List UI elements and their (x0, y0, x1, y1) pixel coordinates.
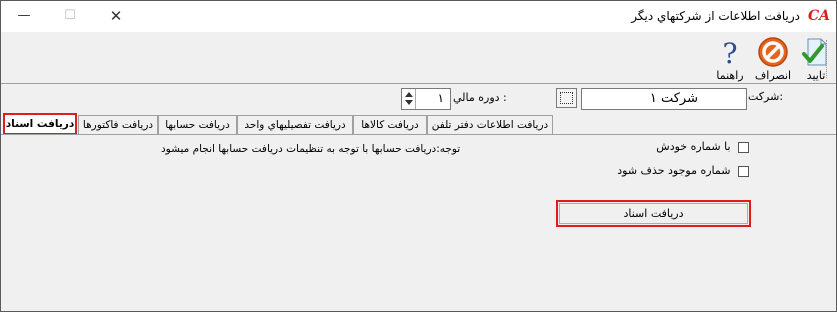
lookup-icon (560, 92, 573, 104)
app-logo-icon: CA (808, 8, 831, 24)
delete-existing-label: شماره موجود حذف شود (617, 164, 731, 177)
period-spinner[interactable]: ۱ (401, 88, 451, 110)
ok-label: تاييد (806, 69, 826, 82)
delete-existing-checkbox[interactable] (738, 165, 749, 177)
no-entry-icon (757, 36, 789, 68)
close-button[interactable]: ✕ (93, 1, 139, 32)
own-number-option[interactable]: با شماره خودش (656, 140, 749, 153)
spin-up-icon[interactable] (405, 92, 413, 97)
dialog-window: — ☐ ✕ دريافت اطلاعات از شرکتهاي ديگر CA … (0, 0, 837, 312)
help-label: راهنما (716, 69, 744, 82)
note-text: توجه:دريافت حسابها با توجه به تنظيمات در… (161, 143, 461, 155)
help-button[interactable]: ? راهنما (711, 36, 749, 82)
receive-documents-button[interactable]: دريافت اسناد (556, 200, 751, 227)
spinner-arrows[interactable] (402, 89, 416, 109)
tab-receive-phonebook[interactable]: دريافت اطلاعات دفتر تلفن (427, 115, 553, 135)
svg-text:?: ? (722, 37, 737, 68)
own-number-label: با شماره خودش (656, 140, 731, 153)
toolbar: ? راهنما انصراف تاييد (1, 32, 836, 84)
company-lookup-button[interactable] (556, 88, 577, 108)
question-mark-icon: ? (714, 36, 746, 70)
window-title: دريافت اطلاعات از شرکتهاي ديگر (631, 9, 800, 23)
title-bar: — ☐ ✕ دريافت اطلاعات از شرکتهاي ديگر CA (1, 1, 836, 32)
maximize-button[interactable]: ☐ (47, 1, 93, 32)
tab-receive-invoices[interactable]: دريافت فاکتورها (78, 115, 158, 135)
ok-button[interactable]: تاييد (797, 36, 835, 82)
period-label: دوره مالي : (453, 91, 507, 104)
minimize-button[interactable]: — (1, 1, 47, 32)
company-label: شرکت: (748, 90, 784, 103)
tab-receive-goods[interactable]: دريافت کالاها (353, 115, 427, 135)
receive-documents-label: دريافت اسناد (623, 207, 684, 220)
tab-strip: دريافت اسناد دريافت فاکتورها دريافت حساب… (1, 113, 836, 135)
own-number-checkbox[interactable] (738, 141, 749, 153)
parameters-row: شرکت: شرکت ۱ دوره مالي : ۱ (1, 85, 836, 113)
spin-down-icon[interactable] (405, 100, 413, 105)
period-value: ۱ (437, 91, 444, 105)
company-field[interactable]: شرکت ۱ (581, 88, 747, 110)
cancel-button[interactable]: انصراف (754, 36, 792, 82)
cancel-label: انصراف (754, 69, 792, 82)
tab-receive-details[interactable]: دريافت تفصيليهاي واحد (237, 115, 353, 135)
delete-existing-option[interactable]: شماره موجود حذف شود (617, 164, 749, 177)
toolbar-grip (826, 40, 828, 78)
tab-receive-accounts[interactable]: دريافت حسابها (158, 115, 237, 135)
tab-receive-documents[interactable]: دريافت اسناد (3, 113, 77, 135)
